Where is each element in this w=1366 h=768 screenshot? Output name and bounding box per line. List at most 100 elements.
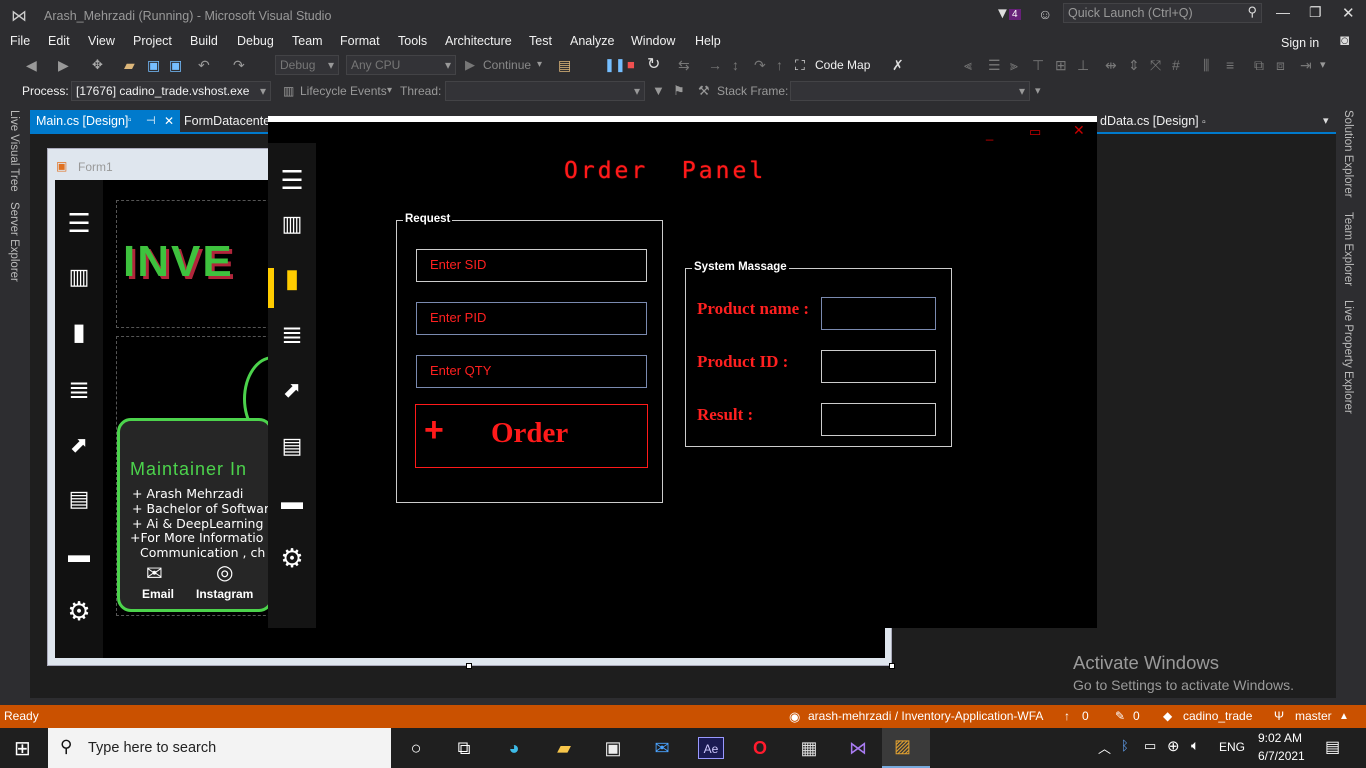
show-next-statement-icon[interactable]: ⇆ [678,52,690,78]
menu-team[interactable]: Team [285,30,330,52]
app-close-icon[interactable]: ✕ [1073,122,1085,139]
app-menu-icon[interactable]: ☰ [268,165,316,196]
spacing-icon[interactable]: ⫼ [1203,52,1209,78]
tray-bluetooth-icon[interactable]: ᛒ [1121,738,1129,753]
visual-studio-icon[interactable]: ⋈ [845,736,871,760]
threads-icon[interactable]: ⚑ [673,78,685,104]
menu-format[interactable]: Format [333,30,387,52]
process-icon[interactable]: ▤ [558,52,571,78]
app-register-icon[interactable]: ▤ [268,433,316,459]
repo-link[interactable]: arash-mehrzadi / Inventory-Application-W… [808,705,1043,728]
lifecycle-events-button[interactable]: Lifecycle Events [300,78,387,104]
calculator-icon[interactable]: ▦ [796,736,822,760]
minimize-icon[interactable]: — [1276,4,1290,20]
configuration-select[interactable]: Debug [275,55,339,75]
menu-project[interactable]: Project [126,30,179,52]
save-all-icon[interactable]: ▣ [169,52,182,78]
qty-input[interactable]: Enter QTY [416,355,647,388]
notification-badge[interactable]: 4 [1009,9,1021,20]
maximize-icon[interactable]: ❐ [1309,4,1322,21]
size-width-icon[interactable]: ⇹ [1105,52,1117,78]
app-maximize-icon[interactable]: ▭ [1029,124,1041,140]
lifecycle-dropdown-icon[interactable]: ▾ [387,78,392,104]
tray-battery-icon[interactable]: ▭ [1144,738,1156,754]
platform-select[interactable]: Any CPU [346,55,456,75]
team-explorer-tab[interactable]: Team Explorer [1342,212,1354,286]
tray-expand-icon[interactable]: ︿ [1098,738,1111,757]
step-into-icon[interactable]: → [708,52,722,78]
bring-front-icon[interactable]: ⧉ [1254,52,1264,78]
menu-view[interactable]: View [81,30,122,52]
sign-in-link[interactable]: Sign in [1274,32,1326,54]
branch-name[interactable]: master [1295,705,1332,728]
align-bottom-icon[interactable]: ⊥ [1077,52,1089,78]
size-height-icon[interactable]: ⇕ [1128,52,1140,78]
toolbar-overflow-icon[interactable]: ▾ [1320,52,1326,78]
app-list-icon[interactable]: ≣ [268,319,316,350]
align-center-icon[interactable]: ☰ [988,52,1001,78]
pin-icon[interactable]: ⊣ [146,110,156,132]
redo-icon[interactable]: ↷ [233,52,245,78]
stop-icon[interactable]: ■ [627,52,635,78]
order-button[interactable]: + Order [415,404,648,468]
break-all-icon[interactable]: ❚❚ [604,52,626,78]
back-icon[interactable]: ◀ [26,52,37,78]
open-icon[interactable]: ▰ [124,52,135,78]
app-clipboard-icon[interactable]: ▮ [268,263,316,294]
continue-dropdown-icon[interactable]: ▾ [537,52,542,78]
grid-icon[interactable]: # [1172,52,1180,78]
align-left-icon[interactable]: ⫷ [964,52,972,78]
filter-icon[interactable]: ▼ [995,5,1010,22]
breakpoints-icon[interactable]: ✗ [892,52,904,78]
pid-input[interactable]: Enter PID [416,302,647,335]
tab-close-icon[interactable]: ✕ [164,110,174,132]
opera-icon[interactable]: O [747,736,773,760]
step-over-icon[interactable]: ↕ [732,52,739,78]
unpushed-count[interactable]: 0 [1082,705,1089,728]
menu-file[interactable]: File [3,30,37,52]
mail-icon[interactable]: ✉ [649,736,675,760]
action-center-icon[interactable]: ▤ [1325,737,1340,757]
app-trend-icon[interactable]: ⬈ [268,377,316,403]
menu-analyze[interactable]: Analyze [563,30,621,52]
file-explorer-icon[interactable]: ▰ [551,736,577,760]
account-icon[interactable]: ◙ [1340,32,1349,49]
save-icon[interactable]: ▣ [147,52,160,78]
taskbar-search-box[interactable]: ⚲ Type here to search [48,728,391,768]
server-explorer-tab[interactable]: Server Explorer [8,202,20,282]
clock-time[interactable]: 9:02 AM [1258,731,1302,745]
cortana-icon[interactable]: ○ [403,736,429,760]
close-icon[interactable]: ✕ [1342,4,1355,22]
size-both-icon[interactable]: ⤧ [1150,52,1161,78]
project-name[interactable]: cadino_trade [1183,705,1252,728]
continue-button[interactable]: Continue [483,52,531,78]
tab-dropdown-icon[interactable]: ▾ [1323,114,1329,127]
code-map-button[interactable]: Code Map [815,52,870,78]
app-minimize-icon[interactable]: _ [986,126,993,141]
menu-tools[interactable]: Tools [391,30,434,52]
continue-icon[interactable]: ▶ [465,52,475,78]
solution-explorer-tab[interactable]: Solution Explorer [1342,110,1354,198]
step-out-icon[interactable]: ↷ [754,52,766,78]
active-app-highlight[interactable]: ▨ [882,728,930,768]
edge-icon[interactable]: ◕ [501,736,527,760]
live-visual-tree-tab[interactable]: Live Visual Tree [8,110,20,192]
align-middle-icon[interactable]: ⊞ [1055,52,1067,78]
thread-select[interactable] [445,81,645,101]
tray-volume-icon[interactable]: 🔈︎ [1191,737,1199,754]
toolbar2-overflow-icon[interactable]: ▾ [1035,78,1041,104]
step-back-icon[interactable]: ↑ [776,52,783,78]
start-icon[interactable]: ⊞ [14,736,31,761]
tray-network-icon[interactable]: ⊕ [1167,737,1180,755]
sid-input[interactable]: Enter SID [416,249,647,282]
code-map-icon[interactable]: ⛶ [795,52,805,78]
resize-handle-corner[interactable] [889,663,895,669]
undo-icon[interactable]: ↶ [198,52,210,78]
menu-debug[interactable]: Debug [230,30,281,52]
new-project-icon[interactable]: ✥ [92,52,103,78]
menu-test[interactable]: Test [522,30,559,52]
quick-launch-input[interactable]: Quick Launch (Ctrl+Q) ⚲ [1063,3,1262,23]
align-right-icon[interactable]: ⫸ [1010,52,1018,78]
tab-form-datacenter[interactable]: FormDatacenter [178,110,268,132]
changes-count[interactable]: 0 [1133,705,1140,728]
